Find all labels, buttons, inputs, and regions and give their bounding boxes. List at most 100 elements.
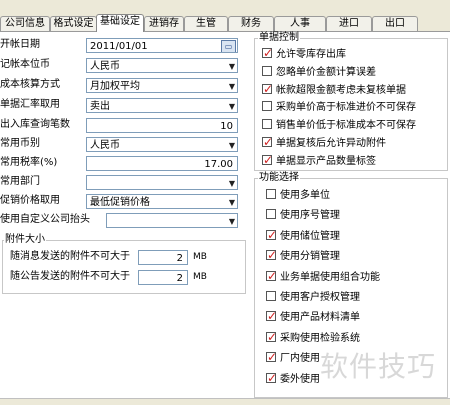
checkbox-row[interactable]: 使用储位管理 [266, 227, 340, 245]
tab-format-settings[interactable]: 格式设定 [50, 16, 97, 31]
checkbox-row[interactable]: 使用序号管理 [266, 208, 340, 224]
checkbox-icon[interactable] [266, 227, 277, 243]
tab-hr[interactable]: 人事 [274, 16, 326, 31]
checkbox-label: 委外使用 [280, 373, 320, 385]
open-date-value: 2011/01/01 [90, 41, 148, 52]
calendar-icon[interactable]: ▭ [221, 40, 236, 52]
checkbox-label: 使用客户授权管理 [280, 292, 360, 303]
chevron-down-icon[interactable]: ▼ [229, 138, 235, 151]
checkbox-row[interactable]: 销售单价低于标准成本不可保存 [262, 118, 416, 134]
checkbox-row[interactable]: 厂内使用 [266, 349, 320, 367]
checkbox-row[interactable]: 业务单据使用组合功能 [266, 268, 380, 286]
chevron-down-icon[interactable]: ▼ [229, 176, 235, 189]
checkbox-icon[interactable] [262, 101, 272, 112]
notice-attachment-label: 随公告发送的附件不可大于 [10, 271, 130, 282]
checkbox-label: 帐款超限金额考虑未复核单据 [276, 84, 406, 96]
checkbox-label: 使用产品材料清单 [280, 312, 360, 324]
tab-bar: 公司信息 格式设定 基础设定 进销存 生管 财务 人事 进口 出口 [0, 0, 450, 32]
checkbox-label: 允许零库存出库 [276, 49, 346, 60]
checkbox-icon[interactable] [266, 247, 277, 263]
tab-company-info[interactable]: 公司信息 [0, 16, 50, 31]
checkbox-label: 使用序号管理 [280, 210, 340, 222]
checkbox-row[interactable]: 使用分销管理 [266, 247, 340, 265]
checkbox-row[interactable]: 忽略单价金额计算误差 [262, 65, 376, 81]
checkbox-row[interactable]: 允许零库存出库 [262, 45, 346, 63]
custom-header-select[interactable]: ▼ [106, 213, 238, 228]
checkbox-icon[interactable] [262, 119, 272, 130]
checkbox-icon[interactable] [266, 329, 277, 345]
doc-rate-label: 单据汇率取用 [0, 99, 60, 110]
msg-attachment-unit: MB [193, 252, 207, 262]
notice-attachment-input[interactable]: 2 [138, 270, 188, 285]
common-dept-select[interactable]: ▼ [86, 175, 238, 190]
doc-rate-value: 卖出 [90, 101, 110, 112]
checkbox-label: 使用储位管理 [280, 230, 340, 242]
promo-price-label: 促销价格取用 [0, 195, 60, 206]
checkbox-icon[interactable] [262, 65, 272, 76]
checkbox-row[interactable]: 单据复核后允许异动附件 [262, 134, 386, 152]
tab-import[interactable]: 进口 [326, 16, 372, 31]
checkbox-icon[interactable] [266, 209, 276, 220]
tab-basic-settings[interactable]: 基础设定 [96, 14, 144, 32]
common-currency-value: 人民币 [90, 140, 120, 151]
checkbox-label: 销售单价低于标准成本不可保存 [276, 120, 416, 132]
checkbox-row[interactable]: 单据显示产品数量标签 [262, 152, 376, 170]
currency-value: 人民币 [90, 61, 120, 72]
chevron-down-icon[interactable]: ▼ [229, 79, 235, 92]
currency-select[interactable]: 人民币 ▼ [86, 58, 238, 73]
msg-attachment-input[interactable]: 2 [138, 250, 188, 265]
msg-attachment-label: 随消息发送的附件不可大于 [10, 251, 130, 262]
checkbox-icon[interactable] [262, 152, 273, 168]
checkbox-row[interactable]: 采购单价高于标准进价不可保存 [262, 100, 416, 116]
checkbox-row[interactable]: 帐款超限金额考虑未复核单据 [262, 81, 406, 99]
io-query-input[interactable]: 10 [86, 118, 238, 133]
checkbox-label: 单据显示产品数量标签 [276, 155, 376, 167]
checkbox-label: 厂内使用 [280, 353, 320, 365]
common-tax-label: 常用税率(%) [0, 157, 58, 168]
checkbox-label: 采购单价高于标准进价不可保存 [276, 102, 416, 114]
checkbox-icon[interactable] [266, 189, 276, 199]
checkbox-row[interactable]: 使用客户授权管理 [266, 290, 360, 306]
tab-production[interactable]: 生管 [184, 16, 228, 31]
watermark: 软件技巧 [320, 350, 437, 383]
features-title: 功能选择 [258, 172, 300, 184]
open-date-label: 开帐日期 [0, 39, 40, 50]
checkbox-icon[interactable] [262, 134, 273, 150]
checkbox-row[interactable]: 使用多单位 [266, 188, 330, 204]
open-date-field[interactable]: 2011/01/01 ▭ [86, 38, 238, 53]
io-query-value: 10 [220, 121, 233, 132]
custom-header-label: 使用自定义公司抬头 [0, 214, 90, 225]
chevron-down-icon[interactable]: ▼ [229, 214, 235, 227]
checkbox-row[interactable]: 委外使用 [266, 370, 320, 388]
checkbox-icon[interactable] [266, 370, 277, 386]
currency-label: 记帐本位币 [0, 59, 50, 70]
cost-method-label: 成本核算方式 [0, 79, 60, 90]
common-tax-value: 17.00 [204, 159, 233, 170]
common-currency-label: 常用币别 [0, 138, 40, 149]
checkbox-icon[interactable] [262, 81, 273, 97]
notice-attachment-unit: MB [193, 272, 207, 282]
checkbox-icon[interactable] [266, 268, 277, 284]
promo-price-value: 最低促销价格 [90, 197, 150, 208]
tab-inventory[interactable]: 进销存 [144, 16, 184, 31]
tab-finance[interactable]: 财务 [228, 16, 274, 31]
checkbox-icon[interactable] [262, 45, 273, 61]
checkbox-label: 使用多单位 [280, 190, 330, 201]
msg-attachment-value: 2 [176, 253, 183, 264]
doc-control-title: 单据控制 [258, 32, 300, 44]
chevron-down-icon[interactable]: ▼ [229, 59, 235, 72]
checkbox-icon[interactable] [266, 291, 276, 301]
checkbox-row[interactable]: 使用产品材料清单 [266, 308, 360, 326]
checkbox-icon[interactable] [266, 349, 277, 365]
promo-price-select[interactable]: 最低促销价格 ▼ [86, 194, 238, 209]
cost-method-value: 月加权平均 [90, 81, 140, 92]
cost-method-select[interactable]: 月加权平均 ▼ [86, 78, 238, 93]
common-currency-select[interactable]: 人民币 ▼ [86, 137, 238, 152]
chevron-down-icon[interactable]: ▼ [229, 99, 235, 112]
attachment-group-title: 附件大小 [4, 234, 46, 246]
tab-export[interactable]: 出口 [372, 16, 418, 31]
doc-rate-select[interactable]: 卖出 ▼ [86, 98, 238, 113]
checkbox-icon[interactable] [266, 308, 277, 324]
common-tax-input[interactable]: 17.00 [86, 156, 238, 171]
chevron-down-icon[interactable]: ▼ [229, 195, 235, 208]
